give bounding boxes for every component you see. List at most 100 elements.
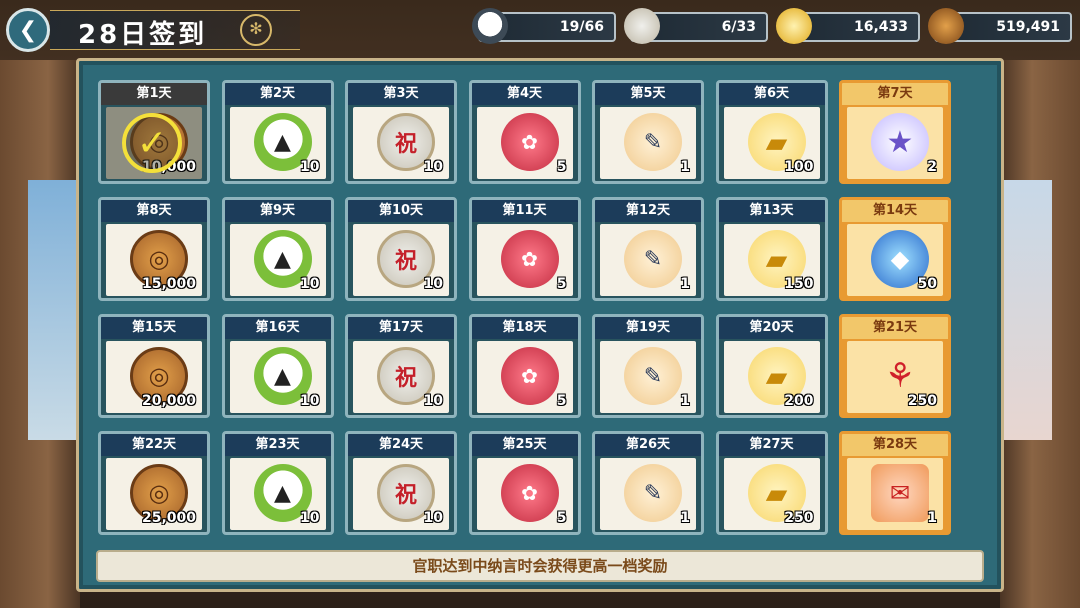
day-cell[interactable]: 第21天 ⚘ 250 bbox=[839, 314, 951, 418]
reward-panel: ✎ 1 bbox=[600, 341, 696, 413]
day-cell[interactable]: 第5天 ✎ 1 bbox=[592, 80, 704, 184]
reward-quantity: 15,000 bbox=[141, 276, 196, 292]
back-button[interactable]: ❮ bbox=[6, 8, 50, 52]
day-label: 第15天 bbox=[101, 317, 207, 339]
reward-quantity: 10 bbox=[423, 276, 443, 292]
reward-quantity: 1 bbox=[680, 393, 690, 409]
reward-panel: ✎ 1 bbox=[600, 107, 696, 179]
day-label: 第1天 bbox=[101, 83, 207, 105]
day-cell[interactable]: 第8天 ◎ 15,000 bbox=[98, 197, 210, 301]
reward-quantity: 1 bbox=[680, 276, 690, 292]
resource-value: 519,491 bbox=[996, 19, 1060, 35]
day-cell[interactable]: 第26天 ✎ 1 bbox=[592, 431, 704, 535]
day-cell[interactable]: 第17天祝 10 bbox=[345, 314, 457, 418]
day-label: 第4天 bbox=[471, 83, 578, 105]
chevron-left-icon: ❮ bbox=[18, 17, 38, 43]
reward-quantity: 200 bbox=[784, 393, 814, 409]
reward-quantity: 2 bbox=[927, 159, 937, 175]
day-label: 第10天 bbox=[348, 200, 454, 222]
lucky-bag-icon: ✿ bbox=[500, 464, 559, 522]
page-title: 28日签到 bbox=[78, 20, 208, 50]
day-label: 第25天 bbox=[471, 434, 578, 456]
day-cell[interactable]: 第7天 ★ 2 bbox=[839, 80, 951, 184]
day-label: 第6天 bbox=[718, 83, 825, 105]
reward-quantity: 5 bbox=[556, 510, 567, 526]
reward-panel: ▰ 100 bbox=[723, 107, 820, 179]
scroll-icon: ✎ bbox=[624, 230, 682, 288]
day-cell[interactable]: 第28天 ✉ 1 bbox=[839, 431, 951, 535]
day-cell[interactable]: 第25天 ✿ 5 bbox=[468, 431, 581, 535]
lucky-bag-icon: ✿ bbox=[500, 113, 559, 171]
day-label: 第9天 bbox=[224, 200, 331, 222]
day-cell[interactable]: 第16天 ▲ 10 bbox=[221, 314, 334, 418]
day-label: 第14天 bbox=[842, 200, 948, 222]
day-cell[interactable]: 第24天祝 10 bbox=[345, 431, 457, 535]
reward-panel: ◎ 25,000 bbox=[106, 458, 202, 530]
reward-quantity: 10 bbox=[300, 276, 320, 292]
reward-panel: ⚘ 250 bbox=[847, 341, 943, 413]
day-cell[interactable]: 第27天 ▰ 250 bbox=[715, 431, 828, 535]
resource-onigiri: 19/66 bbox=[472, 8, 616, 44]
scroll-icon: ✎ bbox=[624, 347, 682, 405]
day-cell[interactable]: 第1天 ◎ 10,000 ✓ bbox=[98, 80, 210, 184]
day-cell[interactable]: 第19天 ✎ 1 bbox=[592, 314, 704, 418]
reward-quantity: 100 bbox=[784, 159, 814, 175]
reward-panel: ★ 2 bbox=[847, 107, 943, 179]
day-cell[interactable]: 第18天 ✿ 5 bbox=[468, 314, 581, 418]
coin-icon bbox=[928, 8, 964, 44]
day-label: 第24天 bbox=[348, 434, 454, 456]
reward-quantity: 10 bbox=[423, 510, 443, 526]
reward-panel: ◎ 20,000 bbox=[106, 341, 202, 413]
day-cell[interactable]: 第6天 ▰ 100 bbox=[715, 80, 828, 184]
reward-panel: ✿ 5 bbox=[476, 224, 573, 296]
resource-value: 6/33 bbox=[721, 19, 756, 35]
day-cell[interactable]: 第9天 ▲ 10 bbox=[221, 197, 334, 301]
resource-gold: 16,433 bbox=[776, 8, 920, 44]
day-label: 第19天 bbox=[595, 317, 701, 339]
reward-panel: ▰ 250 bbox=[723, 458, 820, 530]
day-label: 第20天 bbox=[718, 317, 825, 339]
reward-panel: ▲ 10 bbox=[229, 107, 326, 179]
reward-panel: ✉ 1 bbox=[847, 458, 943, 530]
reward-panel: ✿ 5 bbox=[476, 107, 573, 179]
day-cell[interactable]: 第3天祝 10 bbox=[345, 80, 457, 184]
day-label: 第13天 bbox=[718, 200, 825, 222]
day-cell[interactable]: 第14天 ◆ 50 bbox=[839, 197, 951, 301]
background-window-left bbox=[28, 180, 78, 440]
gold-bar-icon bbox=[776, 8, 812, 44]
day-cell[interactable]: 第4天 ✿ 5 bbox=[468, 80, 581, 184]
day-cell[interactable]: 第10天祝 10 bbox=[345, 197, 457, 301]
reward-quantity: 1 bbox=[680, 159, 690, 175]
reward-panel: ✎ 1 bbox=[600, 224, 696, 296]
reward-panel: ✿ 5 bbox=[476, 341, 573, 413]
resource-value: 19/66 bbox=[559, 19, 604, 35]
background-window-right bbox=[1002, 180, 1052, 440]
day-cell[interactable]: 第15天 ◎ 20,000 bbox=[98, 314, 210, 418]
reward-panel: 祝 10 bbox=[353, 341, 449, 413]
sake-barrel-icon bbox=[624, 8, 660, 44]
day-cell[interactable]: 第22天 ◎ 25,000 bbox=[98, 431, 210, 535]
day-cell[interactable]: 第2天 ▲ 10 bbox=[221, 80, 334, 184]
day-cell[interactable]: 第23天 ▲ 10 bbox=[221, 431, 334, 535]
crest-icon: ✻ bbox=[240, 14, 272, 46]
reward-panel: ◆ 50 bbox=[847, 224, 943, 296]
day-cell[interactable]: 第12天 ✎ 1 bbox=[592, 197, 704, 301]
day-label: 第16天 bbox=[224, 317, 331, 339]
reward-quantity: 20,000 bbox=[141, 393, 196, 409]
scroll-icon: ✎ bbox=[624, 113, 682, 171]
day-label: 第27天 bbox=[718, 434, 825, 456]
day-label: 第21天 bbox=[842, 317, 948, 339]
reward-panel: ✎ 1 bbox=[600, 458, 696, 530]
day-cell[interactable]: 第20天 ▰ 200 bbox=[715, 314, 828, 418]
reward-quantity: 1 bbox=[680, 510, 690, 526]
reward-panel: 祝 10 bbox=[353, 224, 449, 296]
reward-panel: 祝 10 bbox=[353, 458, 449, 530]
reward-quantity: 10 bbox=[423, 159, 443, 175]
resource-sake: 6/33 bbox=[624, 8, 768, 44]
day-cell[interactable]: 第11天 ✿ 5 bbox=[468, 197, 581, 301]
checkmark-icon: ✓ bbox=[122, 113, 182, 173]
reward-panel: ▲ 10 bbox=[229, 341, 326, 413]
reward-panel: ◎ 15,000 bbox=[106, 224, 202, 296]
resource-value: 16,433 bbox=[853, 19, 908, 35]
day-cell[interactable]: 第13天 ▰ 150 bbox=[715, 197, 828, 301]
